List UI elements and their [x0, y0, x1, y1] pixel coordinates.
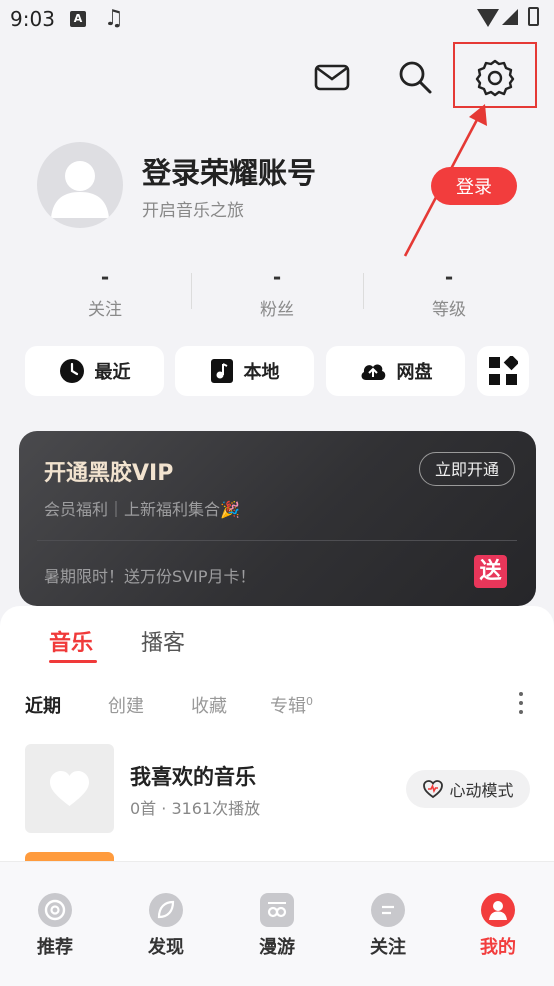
gift-badge[interactable]: 送 — [474, 555, 507, 588]
tab-music[interactable]: 音乐 — [49, 625, 93, 657]
keyboard-icon: A — [70, 11, 86, 27]
stat-label: 关注 — [88, 300, 122, 320]
nav-label: 推荐 — [37, 937, 73, 958]
stat-value: - — [100, 265, 110, 289]
local-music-icon — [210, 359, 233, 383]
mail-icon[interactable] — [312, 57, 352, 97]
nav-label: 我的 — [480, 937, 516, 958]
login-title[interactable]: 登录荣耀账号 — [142, 150, 316, 192]
subtab-recent[interactable]: 近期 — [25, 692, 61, 718]
playlist-title[interactable]: 我喜欢的音乐 — [130, 761, 256, 791]
vip-subtitle: 会员福利｜上新福利集合🎉 — [44, 500, 240, 519]
local-button[interactable]: 本地 — [175, 346, 314, 396]
nav-follow[interactable]: 关注 — [348, 893, 428, 959]
liked-cover[interactable] — [25, 744, 114, 833]
discover-icon — [149, 893, 183, 927]
wifi-icon — [477, 9, 499, 27]
vip-promo[interactable]: 暑期限时！送万份SVIP月卡！ — [44, 563, 255, 587]
avatar[interactable] — [37, 142, 123, 228]
stat-label: 粉丝 — [260, 300, 294, 320]
stat-fans[interactable]: - 粉丝 — [191, 265, 363, 320]
heartbeat-label: 心动模式 — [449, 781, 514, 800]
follow-icon — [371, 893, 405, 927]
more-options-icon[interactable] — [519, 692, 525, 719]
nav-label: 发现 — [148, 937, 184, 958]
vip-open-button[interactable]: 立即开通 — [419, 452, 515, 486]
subtab-albums[interactable]: 专辑0 — [270, 692, 313, 718]
playlist-meta: 0首 · 3161次播放 — [130, 799, 261, 818]
status-bar: 9:03 A ♫ — [0, 0, 554, 40]
stat-level[interactable]: - 等级 — [363, 265, 535, 320]
tab-podcast[interactable]: 播客 — [141, 625, 185, 657]
subtab-favorites[interactable]: 收藏 — [191, 692, 227, 718]
cloud-button[interactable]: 网盘 — [326, 346, 465, 396]
heart-icon — [50, 771, 89, 806]
settings-highlight-box — [453, 42, 537, 108]
heartbeat-icon — [423, 780, 444, 799]
nav-mine[interactable]: 我的 — [458, 893, 538, 959]
stat-value: - — [444, 265, 454, 289]
nav-label: 漫游 — [259, 937, 295, 958]
nav-label: 关注 — [370, 937, 406, 958]
nav-roam[interactable]: 漫游 — [237, 893, 317, 959]
more-apps-button[interactable] — [477, 346, 529, 396]
divider — [37, 540, 517, 541]
subtab-created[interactable]: 创建 — [108, 692, 144, 718]
recommend-icon — [38, 893, 72, 927]
cloud-label: 网盘 — [396, 362, 433, 383]
profile-icon — [481, 893, 515, 927]
signal-icon — [502, 9, 518, 25]
albums-count: 0 — [306, 695, 313, 708]
recent-label: 最近 — [94, 362, 131, 383]
vip-title: 开通黑胶VIP — [44, 461, 174, 486]
stat-label: 等级 — [432, 300, 466, 320]
clock-icon — [59, 359, 84, 383]
nav-recommend[interactable]: 推荐 — [15, 893, 95, 959]
login-subtitle: 开启音乐之旅 — [142, 201, 244, 221]
login-button[interactable]: 登录 — [431, 167, 517, 205]
status-time: 9:03 — [10, 7, 55, 31]
stat-following[interactable]: - 关注 — [19, 265, 191, 320]
local-label: 本地 — [243, 362, 280, 383]
battery-icon — [528, 7, 539, 26]
roam-icon — [260, 893, 294, 927]
subtab-albums-label: 专辑 — [270, 696, 306, 717]
music-note-icon: ♫ — [104, 6, 124, 31]
search-icon[interactable] — [395, 57, 435, 97]
recent-button[interactable]: 最近 — [25, 346, 164, 396]
nav-discover[interactable]: 发现 — [126, 893, 206, 959]
heartbeat-mode-button[interactable]: 心动模式 — [406, 770, 530, 808]
stat-value: - — [272, 265, 282, 289]
tab-indicator — [49, 660, 97, 663]
grid-icon — [489, 356, 518, 385]
cloud-icon — [361, 364, 385, 380]
